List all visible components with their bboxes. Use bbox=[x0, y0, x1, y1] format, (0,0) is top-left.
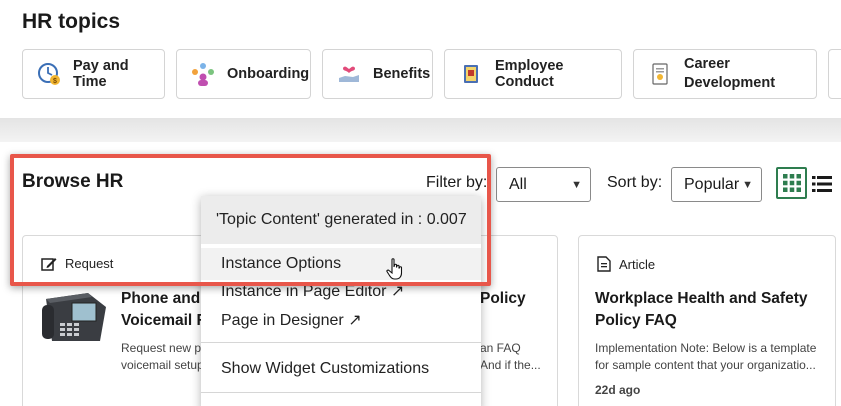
hand-pointer-icon bbox=[386, 258, 403, 280]
topic-next-card[interactable] bbox=[828, 49, 841, 99]
card-date: 22d ago bbox=[595, 383, 641, 397]
document-award-icon bbox=[648, 62, 672, 86]
card-type-label: Request bbox=[65, 256, 114, 271]
filter-value: All bbox=[509, 175, 527, 193]
sort-value: Popular bbox=[684, 175, 740, 193]
card-desc-line1: Request new pl bbox=[121, 341, 204, 355]
menu-item-show-widget-customizations[interactable]: Show Widget Customizations bbox=[201, 356, 481, 382]
card-desc-line2: And if the... bbox=[480, 358, 541, 372]
chevron-down-icon: ▼ bbox=[742, 178, 753, 191]
card-title: Phone and Voicemail R bbox=[121, 288, 208, 332]
hand-heart-icon bbox=[337, 62, 361, 86]
card-title-line2: Policy FAQ bbox=[595, 312, 677, 329]
people-network-icon bbox=[191, 62, 215, 86]
hr-topics-title: HR topics bbox=[22, 10, 121, 33]
list-icon bbox=[812, 176, 832, 192]
topic-label: Benefits bbox=[373, 66, 431, 82]
card-type-label: Article bbox=[619, 256, 656, 272]
menu-item-instance-in-page-editor[interactable]: Instance in Page Editor ↗ bbox=[201, 280, 481, 302]
list-view-button[interactable] bbox=[812, 175, 832, 193]
sort-select[interactable]: Popular ▼ bbox=[671, 167, 762, 202]
menu-separator bbox=[201, 342, 481, 343]
section-divider bbox=[0, 118, 841, 142]
menu-item-page-in-designer[interactable]: Page in Designer ↗ bbox=[201, 308, 481, 332]
card-description-fragment: an FAQ And if the... bbox=[480, 340, 541, 374]
card-type: Request bbox=[41, 256, 113, 271]
card-title-line1: Phone and bbox=[121, 290, 201, 307]
document-icon bbox=[597, 256, 611, 272]
filter-label: Filter by: bbox=[426, 174, 488, 191]
card-desc-line2: for sample content that your organizatio… bbox=[595, 358, 816, 372]
topic-label-line2: Development bbox=[684, 75, 776, 91]
content-card-article[interactable]: Article Workplace Health and Safety Poli… bbox=[578, 235, 836, 406]
card-title: Workplace Health and Safety Policy FAQ bbox=[595, 288, 807, 332]
topic-benefits[interactable]: Benefits bbox=[322, 49, 433, 99]
card-desc-line2: voicemail setup bbox=[121, 358, 204, 372]
topic-label: Onboarding bbox=[227, 66, 310, 82]
card-desc-line1: an FAQ bbox=[480, 341, 521, 355]
topic-label: Pay and Time bbox=[73, 58, 129, 90]
topic-pay-and-time[interactable]: $ Pay and Time bbox=[22, 49, 165, 99]
chevron-down-icon: ▼ bbox=[571, 178, 582, 191]
topic-label-line1: Career bbox=[684, 56, 730, 72]
topic-onboarding[interactable]: Onboarding bbox=[176, 49, 311, 99]
hr-topics-section: HR topics $ Pay and Time Onboarding Bene… bbox=[0, 0, 841, 118]
widget-context-menu: 'Topic Content' generated in : 0.007 Ins… bbox=[201, 196, 481, 406]
clock-money-icon: $ bbox=[37, 62, 61, 86]
grid-icon bbox=[782, 174, 801, 192]
grid-view-button[interactable] bbox=[776, 167, 807, 199]
svg-text:$: $ bbox=[53, 78, 57, 85]
browse-title: Browse HR bbox=[22, 171, 124, 192]
card-desc-line1: Implementation Note: Below is a template bbox=[595, 341, 817, 355]
generated-time-text: 'Topic Content' generated in : 0.007 bbox=[201, 196, 481, 244]
edit-icon bbox=[41, 257, 57, 271]
card-title-line2: Voicemail R bbox=[121, 312, 208, 329]
filter-select[interactable]: All ▼ bbox=[496, 167, 591, 202]
topic-label: Career Development bbox=[684, 55, 775, 93]
sort-label: Sort by: bbox=[607, 174, 663, 191]
menu-item-instance-options[interactable]: Instance Options bbox=[201, 248, 481, 280]
topic-employee-conduct[interactable]: Employee Conduct bbox=[444, 49, 622, 99]
menu-separator bbox=[201, 392, 481, 393]
card-description: Request new pl voicemail setup bbox=[121, 340, 204, 374]
card-type: Article bbox=[597, 256, 655, 272]
topic-career-development[interactable]: Career Development bbox=[633, 49, 817, 99]
card-title-fragment: Policy bbox=[480, 290, 526, 307]
desk-phone-image bbox=[42, 293, 106, 341]
card-title-line1: Workplace Health and Safety bbox=[595, 290, 808, 307]
topic-label: Employee Conduct bbox=[495, 58, 564, 90]
card-description: Implementation Note: Below is a template… bbox=[595, 340, 816, 374]
book-icon bbox=[459, 62, 483, 86]
